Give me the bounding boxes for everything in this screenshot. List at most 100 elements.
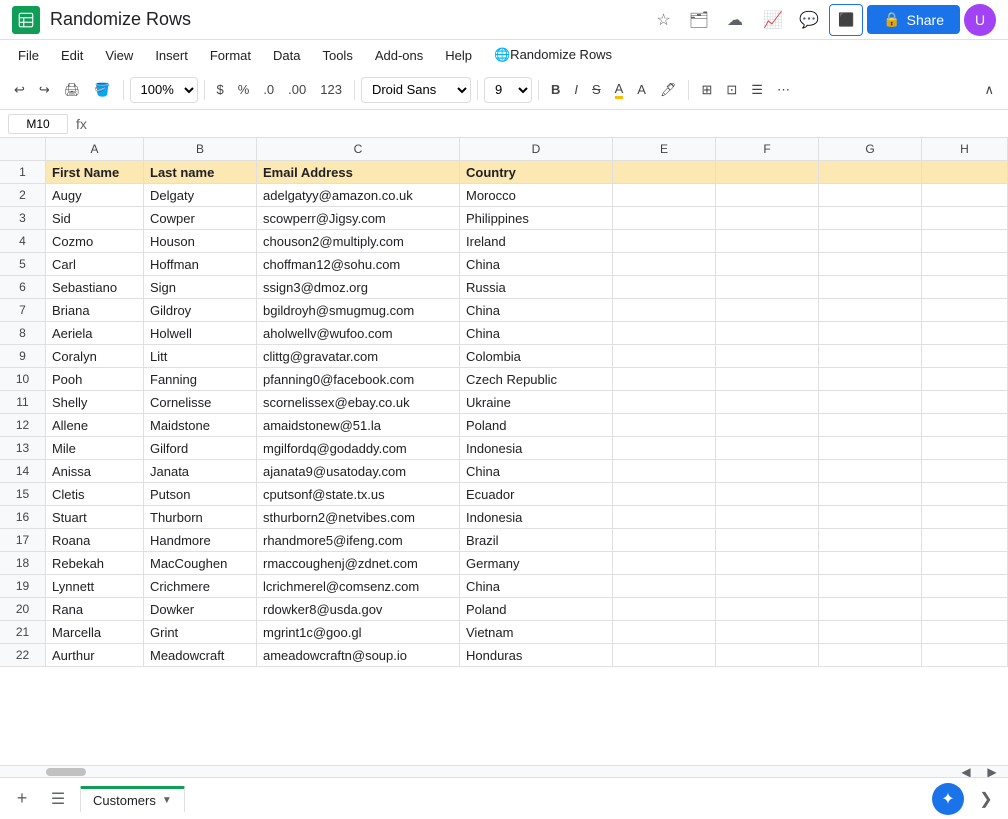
- cell-email-22[interactable]: ameadowcraftn@soup.io: [257, 644, 460, 666]
- cell-first-18[interactable]: Rebekah: [46, 552, 144, 574]
- align-button[interactable]: ☰: [745, 78, 769, 102]
- zoom-select[interactable]: 100%75%50%: [130, 77, 198, 103]
- cell-g-3[interactable]: [819, 207, 922, 229]
- col-header-h[interactable]: H: [922, 138, 1008, 160]
- cell-first-4[interactable]: Cozmo: [46, 230, 144, 252]
- underline-button[interactable]: A: [609, 77, 630, 103]
- collapse-toolbar-button[interactable]: ∧: [978, 78, 1000, 102]
- cell-first-8[interactable]: Aeriela: [46, 322, 144, 344]
- cell-country-7[interactable]: China: [460, 299, 613, 321]
- row-num-19[interactable]: 19: [0, 575, 46, 597]
- col-header-c[interactable]: C: [257, 138, 460, 160]
- cell-f-17[interactable]: [716, 529, 819, 551]
- cell-last-14[interactable]: Janata: [144, 460, 257, 482]
- cell-e-7[interactable]: [613, 299, 716, 321]
- cell-last-8[interactable]: Holwell: [144, 322, 257, 344]
- row-num-11[interactable]: 11: [0, 391, 46, 413]
- cell-h-21[interactable]: [922, 621, 1008, 643]
- fontsize-select[interactable]: 91012: [484, 77, 532, 103]
- cell-first-12[interactable]: Allene: [46, 414, 144, 436]
- cell-f-14[interactable]: [716, 460, 819, 482]
- cell-email-5[interactable]: choffman12@sohu.com: [257, 253, 460, 275]
- cell-e-21[interactable]: [613, 621, 716, 643]
- cell-f-2[interactable]: [716, 184, 819, 206]
- cell-e-9[interactable]: [613, 345, 716, 367]
- cell-last-2[interactable]: Delgaty: [144, 184, 257, 206]
- explore-button[interactable]: ✦: [932, 783, 964, 815]
- cell-h-14[interactable]: [922, 460, 1008, 482]
- italic-button[interactable]: I: [568, 78, 584, 101]
- cell-email-18[interactable]: rmaccoughenj@zdnet.com: [257, 552, 460, 574]
- cell-last-13[interactable]: Gilford: [144, 437, 257, 459]
- cell-first-11[interactable]: Shelly: [46, 391, 144, 413]
- cell-h-5[interactable]: [922, 253, 1008, 275]
- cell-first-10[interactable]: Pooh: [46, 368, 144, 390]
- menu-randomize[interactable]: 🌐Randomize Rows: [484, 43, 622, 67]
- cell-e-19[interactable]: [613, 575, 716, 597]
- scroll-left-btn[interactable]: ◀: [954, 760, 978, 778]
- cell-g-18[interactable]: [819, 552, 922, 574]
- cell-f-12[interactable]: [716, 414, 819, 436]
- cell-h-13[interactable]: [922, 437, 1008, 459]
- cell-last-6[interactable]: Sign: [144, 276, 257, 298]
- cell-f-3[interactable]: [716, 207, 819, 229]
- cell-reference[interactable]: M10: [8, 114, 68, 134]
- cell-g-6[interactable]: [819, 276, 922, 298]
- cell-email-17[interactable]: rhandmore5@ifeng.com: [257, 529, 460, 551]
- cell-g-17[interactable]: [819, 529, 922, 551]
- text-color-button[interactable]: A: [631, 78, 652, 101]
- cell-h-12[interactable]: [922, 414, 1008, 436]
- cell-h-8[interactable]: [922, 322, 1008, 344]
- cell-e-16[interactable]: [613, 506, 716, 528]
- undo-button[interactable]: ↩: [8, 78, 31, 102]
- menu-format[interactable]: Format: [200, 44, 261, 67]
- col-header-g[interactable]: G: [819, 138, 922, 160]
- cell-first-21[interactable]: Marcella: [46, 621, 144, 643]
- cell-h-17[interactable]: [922, 529, 1008, 551]
- cell-f-4[interactable]: [716, 230, 819, 252]
- cell-email-12[interactable]: amaidstonew@51.la: [257, 414, 460, 436]
- cell-email-16[interactable]: sthurborn2@netvibes.com: [257, 506, 460, 528]
- cell-first-9[interactable]: Coralyn: [46, 345, 144, 367]
- menu-help[interactable]: Help: [435, 44, 482, 67]
- cell-g-22[interactable]: [819, 644, 922, 666]
- header-country[interactable]: Country: [460, 161, 613, 183]
- cell-last-5[interactable]: Hoffman: [144, 253, 257, 275]
- dec-right-button[interactable]: .00: [282, 78, 312, 101]
- menu-view[interactable]: View: [95, 44, 143, 67]
- cell-f-16[interactable]: [716, 506, 819, 528]
- cell-last-22[interactable]: Meadowcraft: [144, 644, 257, 666]
- cell-f-18[interactable]: [716, 552, 819, 574]
- cell-e-20[interactable]: [613, 598, 716, 620]
- cell-g-20[interactable]: [819, 598, 922, 620]
- collapse-sheets-button[interactable]: ❯: [972, 785, 1000, 813]
- cell-last-19[interactable]: Crichmere: [144, 575, 257, 597]
- cell-email-11[interactable]: scornelissex@ebay.co.uk: [257, 391, 460, 413]
- header-first-name[interactable]: First Name: [46, 161, 144, 183]
- cell-country-10[interactable]: Czech Republic: [460, 368, 613, 390]
- cell-email-10[interactable]: pfanning0@facebook.com: [257, 368, 460, 390]
- trending-icon[interactable]: 📈: [757, 4, 789, 36]
- cell-h-4[interactable]: [922, 230, 1008, 252]
- cell-last-4[interactable]: Houson: [144, 230, 257, 252]
- cell-g-15[interactable]: [819, 483, 922, 505]
- cell-e-12[interactable]: [613, 414, 716, 436]
- cell-h-19[interactable]: [922, 575, 1008, 597]
- cell-first-19[interactable]: Lynnett: [46, 575, 144, 597]
- cell-e-22[interactable]: [613, 644, 716, 666]
- user-avatar[interactable]: U: [964, 4, 996, 36]
- cell-first-17[interactable]: Roana: [46, 529, 144, 551]
- cell-last-11[interactable]: Cornelisse: [144, 391, 257, 413]
- cell-first-2[interactable]: Augy: [46, 184, 144, 206]
- cell-country-8[interactable]: China: [460, 322, 613, 344]
- cell-f-10[interactable]: [716, 368, 819, 390]
- cell-f-7[interactable]: [716, 299, 819, 321]
- cell-h-6[interactable]: [922, 276, 1008, 298]
- header-g[interactable]: [819, 161, 922, 183]
- cell-h-10[interactable]: [922, 368, 1008, 390]
- sheet-tab-dropdown-icon[interactable]: ▼: [162, 795, 172, 806]
- cell-email-4[interactable]: chouson2@multiply.com: [257, 230, 460, 252]
- cell-email-2[interactable]: adelgatyy@amazon.co.uk: [257, 184, 460, 206]
- cell-g-5[interactable]: [819, 253, 922, 275]
- cell-e-5[interactable]: [613, 253, 716, 275]
